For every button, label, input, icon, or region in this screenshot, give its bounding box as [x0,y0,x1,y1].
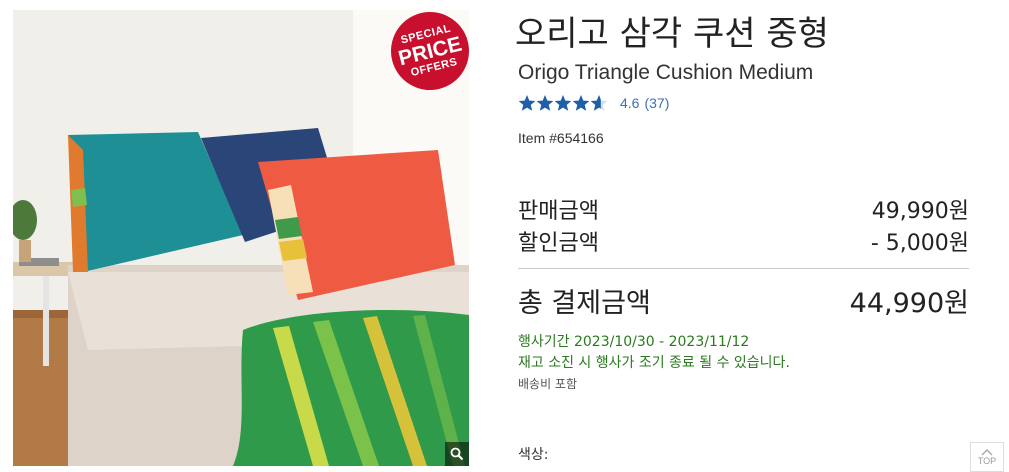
total-price-value: 44,990원 [849,288,969,319]
discount-label: 할인금액 [518,231,599,256]
star-icon [572,95,590,111]
price-divider [518,268,969,269]
total-price-row: 총 결제금액 44,990원 [518,281,969,320]
color-option-label: 색상: [518,447,549,463]
product-title-english: Origo Triangle Cushion Medium [518,61,814,84]
item-number: Item #654166 [518,130,604,146]
scroll-top-button[interactable]: TOP [970,442,1004,472]
discount-row: 할인금액 - 5,000원 [518,225,969,257]
rating-stars [518,94,608,112]
discount-value: - 5,000원 [870,231,969,256]
star-icon [590,95,608,111]
sale-price-value: 49,990원 [871,199,969,224]
star-icon [554,95,572,111]
product-image[interactable] [13,10,469,466]
sale-price-label: 판매금액 [518,199,599,224]
event-period: 행사기간 2023/10/30 - 2023/11/12 [518,334,750,350]
magnifier-icon [450,447,464,461]
star-icon [518,95,536,111]
shipping-note: 배송비 포함 [518,377,578,391]
zoom-button[interactable] [445,442,469,466]
sale-price-row: 판매금액 49,990원 [518,193,969,225]
product-title-korean: 오리고 삼각 쿠션 중형 [515,14,829,54]
total-price-label: 총 결제금액 [518,288,651,319]
stock-notice: 재고 소진 시 행사가 조기 종료 될 수 있습니다. [518,355,790,371]
chevron-up-icon [981,448,993,456]
review-count-link[interactable]: (37) [644,95,669,111]
star-icon [536,95,554,111]
product-photo [13,10,469,466]
product-rating: 4.6 (37) [518,94,669,112]
rating-value: 4.6 [620,95,640,111]
scroll-top-label: TOP [977,456,997,466]
